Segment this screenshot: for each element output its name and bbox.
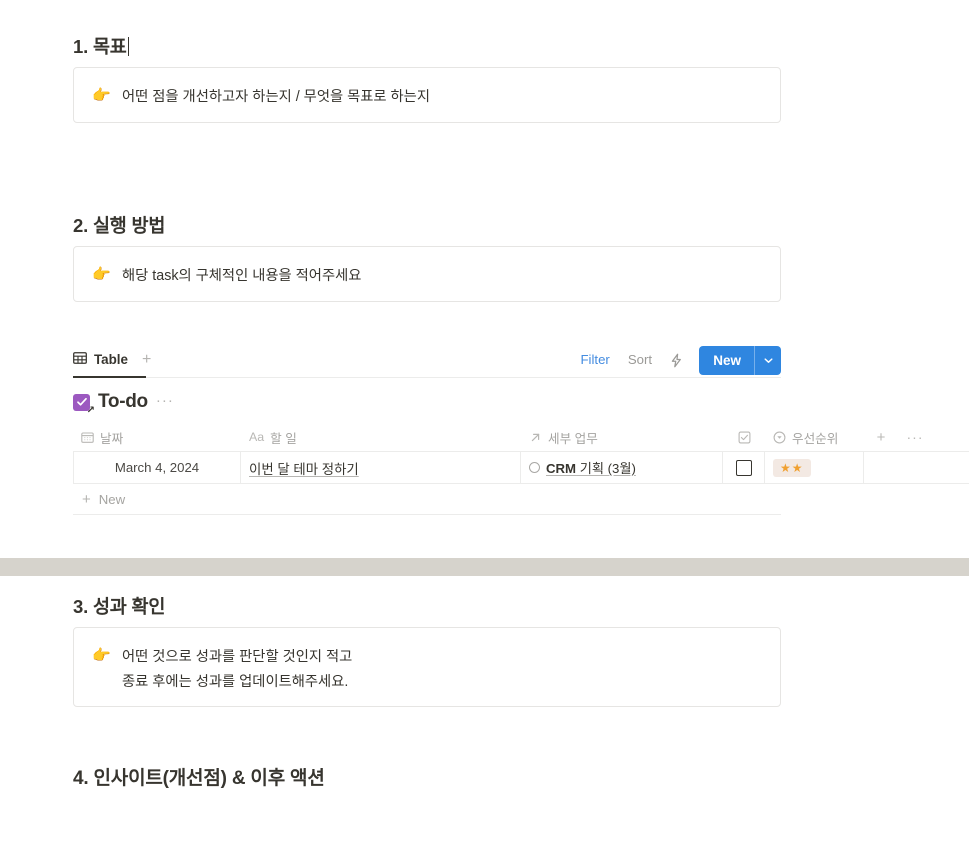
calendar-icon bbox=[81, 431, 94, 444]
column-header-checkbox[interactable] bbox=[723, 423, 765, 452]
table-row[interactable]: March 4, 2024 이번 달 테마 정하기 CRM 기획 (3월) ★★ bbox=[73, 452, 969, 484]
relation-page-circle-icon bbox=[529, 462, 540, 473]
callout-section-2[interactable]: 👉 해당 task의 구체적인 내용을 적어주세요 bbox=[73, 246, 781, 302]
new-button[interactable]: New bbox=[699, 346, 781, 375]
column-header-subtask-label: 세부 업무 bbox=[548, 428, 598, 447]
add-column-button[interactable]: + bbox=[864, 423, 898, 452]
select-property-icon bbox=[773, 431, 786, 444]
table-new-row-button[interactable]: + New bbox=[73, 484, 781, 515]
text-cursor bbox=[128, 37, 129, 56]
text-property-icon: Aa bbox=[249, 430, 264, 444]
column-header-priority[interactable]: 우선순위 bbox=[765, 423, 864, 452]
cell-priority[interactable]: ★★ bbox=[765, 452, 864, 483]
database-view-tabs: Table + bbox=[0, 343, 969, 377]
column-header-task[interactable]: Aa 할 일 bbox=[241, 423, 521, 452]
lightning-icon[interactable] bbox=[661, 343, 691, 377]
page-title-section-1[interactable]: 1. 목표 bbox=[73, 33, 129, 59]
database-title-row: ↗ To-do ··· bbox=[73, 391, 174, 413]
cell-checkbox[interactable] bbox=[723, 452, 765, 483]
page-root: 1. 목표 👉 어떤 점을 개선하고자 하는지 / 무엇을 목표로 하는지 2.… bbox=[0, 0, 969, 853]
callout-text-3: 어떤 것으로 성과를 판단할 것인지 적고 종료 후에는 성과를 업데이트해주세… bbox=[114, 645, 352, 695]
database-table: 날짜 Aa 할 일 세부 업무 bbox=[73, 423, 969, 515]
column-header-date-label: 날짜 bbox=[100, 428, 123, 447]
relation-item[interactable]: CRM 기획 (3월) bbox=[529, 458, 636, 477]
heading-text-4: 4. 인사이트(개선점) & 이후 액션 bbox=[73, 768, 325, 789]
cell-date[interactable]: March 4, 2024 bbox=[73, 452, 241, 483]
callout-text-1: 어떤 점을 개선하고자 하는지 / 무엇을 목표로 하는지 bbox=[114, 85, 430, 110]
sort-button[interactable]: Sort bbox=[619, 343, 661, 377]
tab-active-indicator bbox=[73, 376, 146, 378]
add-view-button[interactable]: + bbox=[142, 352, 151, 368]
plus-icon: + bbox=[877, 430, 886, 445]
tabs-divider bbox=[73, 377, 781, 378]
filter-button[interactable]: Filter bbox=[572, 343, 619, 377]
table-header-row: 날짜 Aa 할 일 세부 업무 bbox=[73, 423, 969, 452]
linked-view-arrow-icon: ↗ bbox=[87, 406, 95, 416]
heading-text-1: 1. 목표 bbox=[73, 36, 127, 57]
callout-section-3[interactable]: 👉 어떤 것으로 성과를 판단할 것인지 적고 종료 후에는 성과를 업데이트해… bbox=[73, 627, 781, 707]
purple-checkbox-icon: ↗ bbox=[73, 394, 90, 411]
pointing-hand-icon: 👉 bbox=[92, 645, 114, 667]
heading-text-2: 2. 실행 방법 bbox=[73, 215, 165, 236]
callout-section-1[interactable]: 👉 어떤 점을 개선하고자 하는지 / 무엇을 목표로 하는지 bbox=[73, 67, 781, 123]
database-block: Table + Filter Sort bbox=[0, 343, 969, 377]
section-divider-band bbox=[0, 558, 969, 576]
table-options-button[interactable]: ··· bbox=[898, 423, 932, 452]
page-title-section-2[interactable]: 2. 실행 방법 bbox=[73, 212, 165, 238]
callout-text-2: 해당 task의 구체적인 내용을 적어주세요 bbox=[114, 264, 361, 289]
page-title-section-4[interactable]: 4. 인사이트(개선점) & 이후 액션 bbox=[73, 763, 325, 790]
cell-task[interactable]: 이번 달 테마 정하기 bbox=[241, 452, 521, 483]
checkbox-unchecked-icon[interactable] bbox=[736, 460, 752, 476]
column-header-priority-label: 우선순위 bbox=[792, 428, 838, 447]
plus-icon: + bbox=[82, 492, 91, 507]
relation-arrow-icon bbox=[529, 431, 542, 444]
new-row-label: New bbox=[99, 492, 125, 507]
database-more-icon[interactable]: ··· bbox=[156, 393, 174, 412]
column-header-task-label: 할 일 bbox=[270, 428, 297, 447]
cell-subtask[interactable]: CRM 기획 (3월) bbox=[521, 452, 723, 483]
tab-table-view[interactable]: Table bbox=[73, 343, 128, 377]
pointing-hand-icon: 👉 bbox=[92, 264, 114, 286]
relation-item-label: CRM 기획 (3월) bbox=[546, 458, 636, 477]
more-icon: ··· bbox=[907, 430, 924, 444]
new-button-label: New bbox=[699, 346, 754, 375]
cell-spacer-2 bbox=[898, 452, 932, 483]
priority-tag: ★★ bbox=[773, 459, 811, 477]
table-icon bbox=[73, 351, 87, 368]
page-title-section-3[interactable]: 3. 성과 확인 bbox=[73, 593, 165, 619]
chevron-down-icon[interactable] bbox=[755, 346, 781, 375]
checkbox-property-icon bbox=[738, 431, 751, 444]
database-title[interactable]: To-do bbox=[98, 391, 148, 413]
pointing-hand-icon: 👉 bbox=[92, 85, 114, 107]
tab-table-label: Table bbox=[94, 352, 128, 367]
cell-spacer-1 bbox=[864, 452, 898, 483]
column-header-subtask[interactable]: 세부 업무 bbox=[521, 423, 723, 452]
cell-task-link[interactable]: 이번 달 테마 정하기 bbox=[249, 458, 359, 478]
heading-text-3: 3. 성과 확인 bbox=[73, 596, 165, 617]
column-header-date[interactable]: 날짜 bbox=[73, 423, 241, 452]
